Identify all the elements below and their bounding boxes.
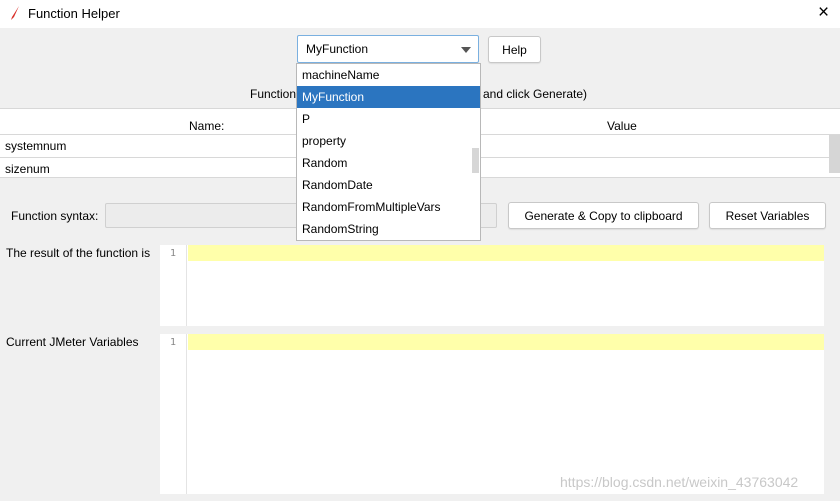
title-bar: Function Helper × bbox=[0, 0, 840, 28]
option-randomdate[interactable]: RandomDate bbox=[297, 174, 480, 196]
option-p[interactable]: P bbox=[297, 108, 480, 130]
row-name[interactable]: sizenum bbox=[5, 162, 50, 176]
value-header[interactable]: Value bbox=[607, 115, 637, 137]
feather-icon bbox=[11, 6, 19, 20]
option-random[interactable]: Random bbox=[297, 152, 480, 174]
close-icon[interactable]: × bbox=[818, 2, 829, 24]
option-machinename[interactable]: machineName bbox=[297, 64, 480, 86]
result-editor[interactable]: 1 bbox=[160, 245, 824, 326]
variables-label: Current JMeter Variables bbox=[6, 335, 139, 349]
result-label: The result of the function is bbox=[6, 246, 151, 260]
row-name[interactable]: systemnum bbox=[5, 139, 66, 153]
chevron-down-icon bbox=[461, 47, 471, 53]
variables-editor[interactable]: 1 bbox=[160, 334, 824, 494]
function-combo[interactable]: MyFunction bbox=[297, 35, 479, 63]
table-scrollbar[interactable] bbox=[829, 135, 840, 173]
current-line-highlight bbox=[188, 245, 824, 261]
help-button[interactable]: Help bbox=[488, 36, 541, 63]
option-randomfrommultiplevars[interactable]: RandomFromMultipleVars bbox=[297, 196, 480, 218]
instruction-left: Function bbox=[250, 87, 297, 101]
syntax-label: Function syntax: bbox=[11, 209, 99, 223]
instruction-right: and click Generate) bbox=[483, 87, 588, 101]
combo-value: MyFunction bbox=[306, 42, 369, 56]
option-myfunction[interactable]: MyFunction bbox=[297, 86, 480, 108]
line-number: 1 bbox=[160, 334, 187, 494]
line-number: 1 bbox=[160, 245, 187, 326]
current-line-highlight bbox=[188, 334, 824, 350]
option-property[interactable]: property bbox=[297, 130, 480, 152]
reset-variables-button[interactable]: Reset Variables bbox=[709, 202, 826, 229]
dropdown-scrollbar[interactable] bbox=[472, 148, 479, 173]
option-randomstring[interactable]: RandomString bbox=[297, 218, 480, 240]
name-header[interactable]: Name: bbox=[189, 115, 224, 137]
window-title: Function Helper bbox=[28, 6, 120, 21]
generate-button[interactable]: Generate & Copy to clipboard bbox=[508, 202, 699, 229]
combo-dropdown-list[interactable]: machineName MyFunction P property Random… bbox=[296, 63, 481, 241]
watermark: https://blog.csdn.net/weixin_43763042 bbox=[560, 474, 799, 490]
